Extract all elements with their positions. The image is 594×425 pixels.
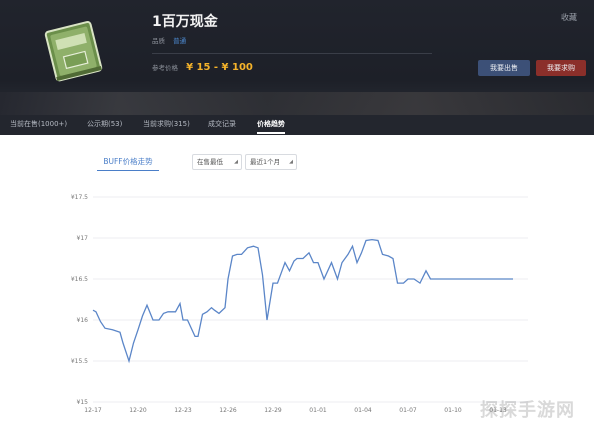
x-tick-label: 01-04: [354, 407, 372, 414]
item-header: 1百万现金 收藏 品质 普通 参考价格 ¥ 15 - ¥ 100 我要出售 我要…: [0, 0, 594, 115]
tab-price-trend[interactable]: 价格趋势: [257, 115, 285, 135]
x-tick-label: 12-29: [264, 407, 282, 414]
tab-on-sale[interactable]: 当前在售(1000+): [10, 115, 67, 135]
price-trend-chart: ¥17.5 ¥17 ¥16.5 ¥16 ¥15.5 ¥15 12-17 12-20 12-23…: [71, 194, 528, 414]
item-title: 1百万现金: [152, 14, 218, 30]
x-tick-label: 01-07: [399, 407, 417, 414]
price-range: ¥ 15 - ¥ 100: [186, 62, 253, 73]
buy-order-button[interactable]: 我要求购: [536, 60, 586, 76]
tab-trade-history[interactable]: 成交记录: [208, 115, 236, 135]
y-tick-label: ¥15.5: [71, 358, 88, 365]
tab-announcement[interactable]: 公示期(53): [87, 115, 122, 135]
x-tick-label: 01-01: [309, 407, 327, 414]
favorite-link[interactable]: 收藏: [561, 12, 577, 23]
y-tick-label: ¥16: [77, 317, 89, 324]
tab-buy-orders[interactable]: 当前求购(315): [143, 115, 190, 135]
header-banner-stripe: [0, 92, 594, 115]
y-tick-label: ¥15: [77, 399, 89, 406]
x-tick-label: 12-23: [174, 407, 192, 414]
price-label: 参考价格: [152, 64, 178, 72]
y-tick-label: ¥17.5: [71, 194, 88, 201]
market-tabs: 当前在售(1000+) 公示期(53) 当前求购(315) 成交记录 价格趋势: [0, 115, 594, 135]
y-tick-label: ¥16.5: [71, 276, 88, 283]
quality-label: 品质: [152, 37, 165, 45]
price-series-line: [92, 238, 513, 364]
quality-row: 品质 普通: [152, 35, 186, 45]
reference-price-row: 参考价格 ¥ 15 - ¥ 100: [152, 62, 253, 73]
y-tick-label: ¥17: [77, 235, 89, 242]
header-divider: [152, 53, 432, 54]
x-axis: 12-17 12-20 12-23 12-26 12-29 01-01 01-04 01-07…: [84, 407, 507, 414]
x-tick-label: 01-10: [444, 407, 462, 414]
cash-bundle-icon: [44, 20, 103, 82]
chart-grid: [93, 196, 528, 403]
quality-value[interactable]: 普通: [173, 37, 186, 45]
site-watermark: 探探手游网: [480, 400, 575, 421]
x-tick-label: 12-26: [219, 407, 237, 414]
x-tick-label: 12-17: [84, 407, 102, 414]
y-axis: ¥17.5 ¥17 ¥16.5 ¥16 ¥15.5 ¥15: [71, 194, 88, 406]
sell-button[interactable]: 我要出售: [478, 60, 530, 76]
x-tick-label: 12-20: [129, 407, 147, 414]
